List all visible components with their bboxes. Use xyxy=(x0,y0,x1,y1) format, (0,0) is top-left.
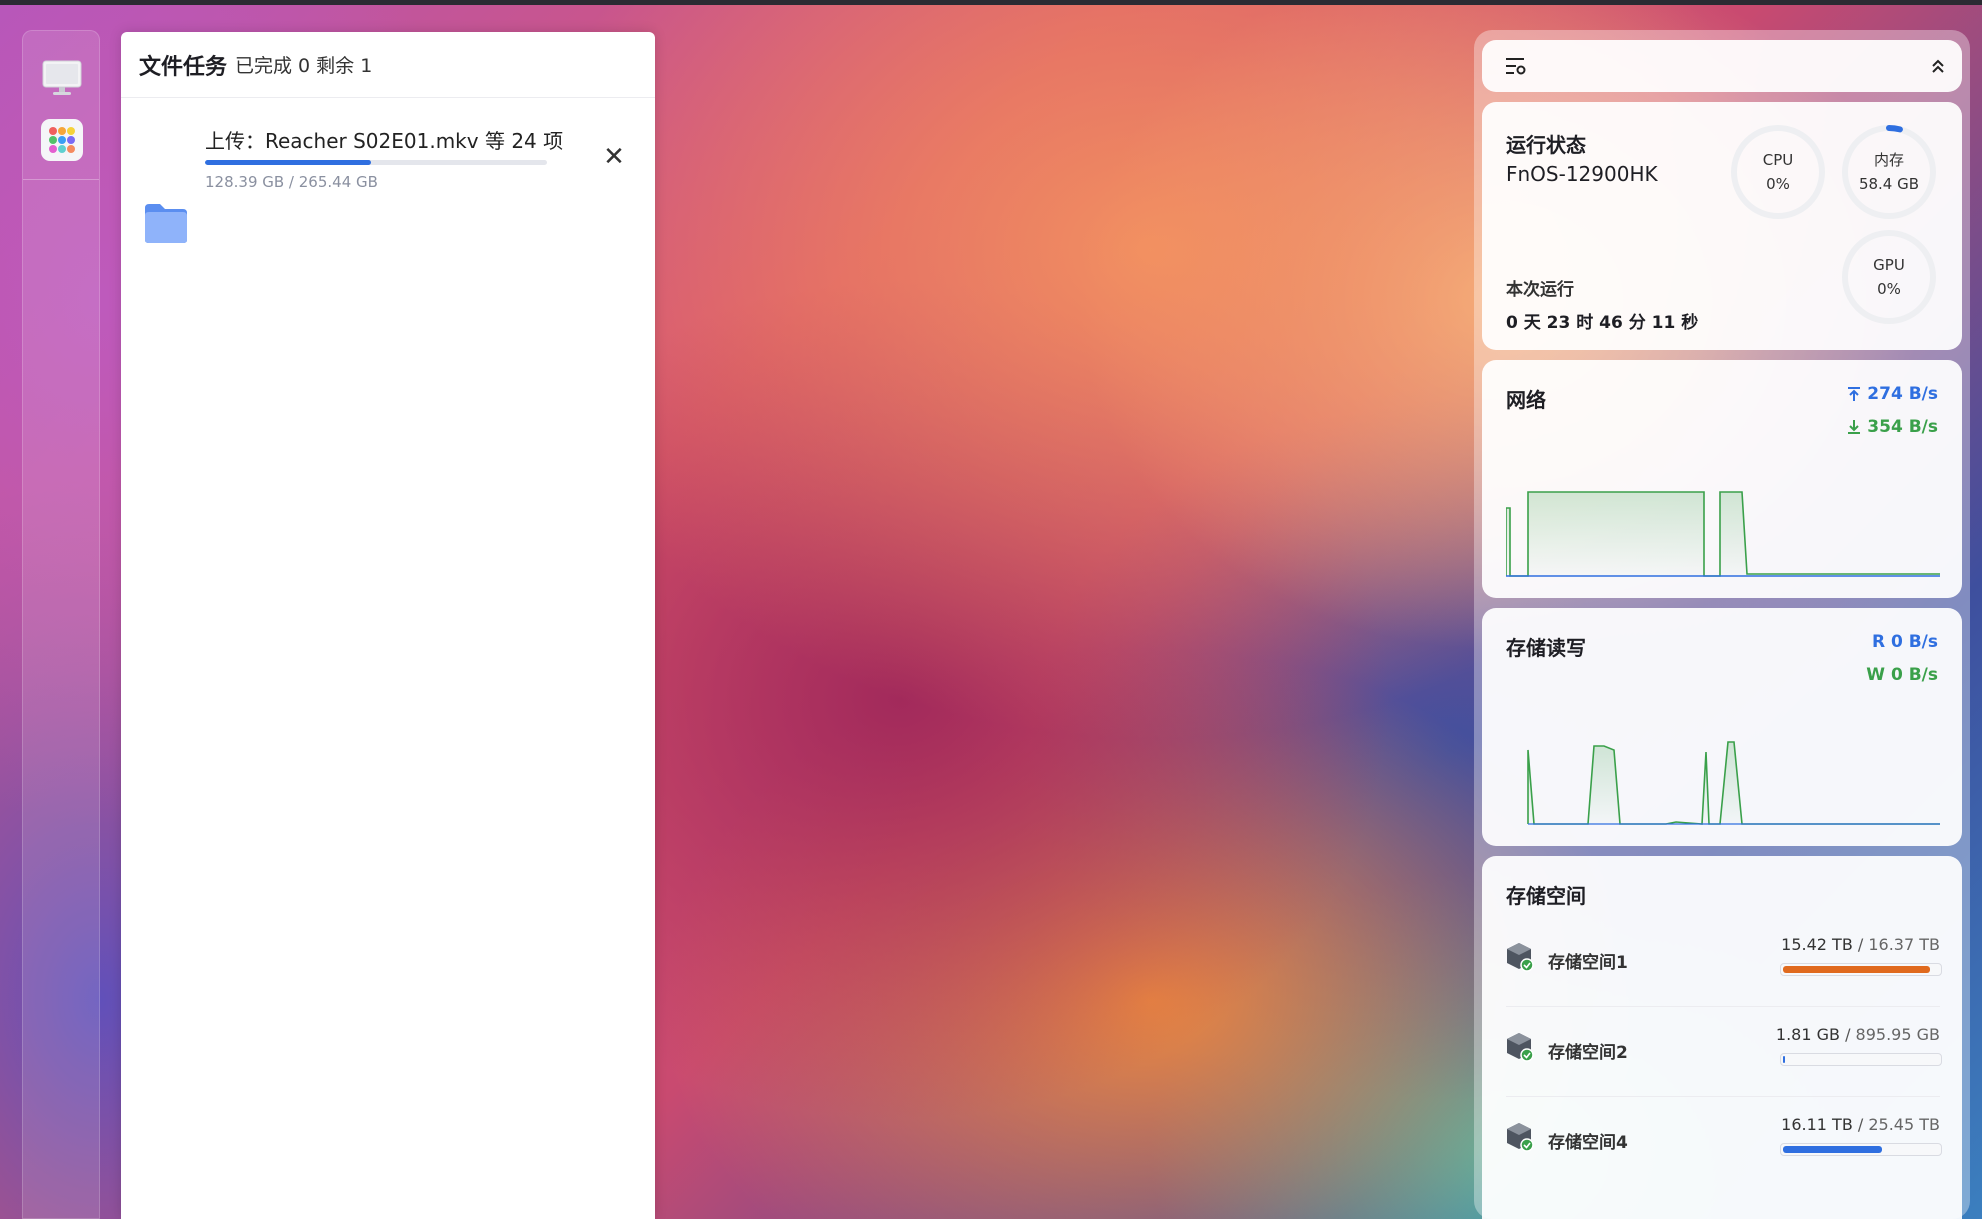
storage-space-total: 16.37 TB xyxy=(1868,935,1940,954)
storage-space-bar xyxy=(1780,1143,1942,1156)
widget-settings-button[interactable] xyxy=(1504,54,1528,78)
file-task-size: 128.39 GB / 265.44 GB xyxy=(205,173,378,191)
storage-io-title: 存储读写 xyxy=(1506,636,1586,660)
write-rate-value: W 0 B/s xyxy=(1866,665,1938,685)
status-title: 运行状态 xyxy=(1506,133,1586,157)
status-card: 运行状态 FnOS-12900HK 本次运行 0 天 23 时 46 分 11 … xyxy=(1482,102,1962,350)
storage-space-name: 存储空间2 xyxy=(1548,1043,1628,1063)
close-icon: ✕ xyxy=(603,142,625,172)
storage-space-total: 25.45 TB xyxy=(1868,1115,1940,1134)
file-task-title: 文件任务 xyxy=(139,54,228,80)
storage-io-card: 存储读写 R 0 B/s W 0 B/s xyxy=(1482,608,1962,846)
storage-volume-icon xyxy=(1507,1123,1534,1152)
window-top-bar xyxy=(0,0,1982,5)
file-task-progress-bar xyxy=(205,160,547,165)
file-task-panel: 文件任务 已完成 0 剩余 1 上传：Reacher S02E01.mkv 等 … xyxy=(121,32,655,1219)
storage-space-name: 存储空间4 xyxy=(1548,1133,1628,1153)
file-task-header: 文件任务 已完成 0 剩余 1 xyxy=(121,32,655,98)
gpu-gauge: GPU 0% xyxy=(1841,229,1937,325)
widget-toolbar xyxy=(1482,40,1962,92)
storage-space-total: 895.95 GB xyxy=(1855,1025,1940,1044)
storage-space-bar-fill xyxy=(1783,1056,1785,1063)
host-name: FnOS-12900HK xyxy=(1506,162,1658,186)
app-dock xyxy=(22,30,100,1219)
storage-space-used: 1.81 GB xyxy=(1775,1025,1840,1044)
write-area xyxy=(1528,742,1742,824)
settings-sliders-icon xyxy=(1506,58,1526,75)
storage-space-used: 15.42 TB xyxy=(1781,935,1853,954)
cpu-gauge: CPU 0% xyxy=(1730,124,1826,220)
download-rate-value: 354 B/s xyxy=(1867,417,1938,437)
network-card: 网络 274 B/s 354 B/s xyxy=(1482,360,1962,598)
storage-space-bar-fill xyxy=(1783,966,1930,973)
upload-arrow-icon xyxy=(1848,387,1861,401)
storage-volume-icon xyxy=(1507,1033,1534,1062)
file-task-name: 上传：Reacher S02E01.mkv 等 24 项 xyxy=(205,129,564,153)
memory-label: 内存 xyxy=(1873,151,1904,169)
download-arrow-icon xyxy=(1848,420,1861,434)
widget-panel: 运行状态 FnOS-12900HK 本次运行 0 天 23 时 46 分 11 … xyxy=(1474,30,1970,1219)
file-task-stats: 已完成 0 剩余 1 xyxy=(235,55,373,77)
read-rate-value: R 0 B/s xyxy=(1871,632,1938,652)
storage-volume-icon xyxy=(1507,943,1534,972)
storage-space-row-2[interactable]: 存储空间2 1.81 GB / 895.95 GB xyxy=(1482,1006,1962,1096)
storage-space-usage: 16.11 TB / 25.45 TB xyxy=(1781,1115,1940,1134)
storage-space-used: 16.11 TB xyxy=(1781,1115,1853,1134)
write-rate: W 0 B/s xyxy=(1866,665,1938,685)
read-rate: R 0 B/s xyxy=(1872,632,1938,652)
storage-space-bar xyxy=(1780,1053,1942,1066)
file-task-progress-fill xyxy=(205,160,371,165)
memory-value: 58.4 GB xyxy=(1858,175,1920,193)
storage-space-usage: 15.42 TB / 16.37 TB xyxy=(1781,935,1940,954)
widget-collapse-button[interactable] xyxy=(1926,54,1950,78)
chevron-double-up-icon xyxy=(1932,59,1944,73)
dock-item-app-center[interactable] xyxy=(41,119,83,161)
monitor-icon xyxy=(42,60,82,95)
folder-icon xyxy=(145,204,187,243)
storage-space-title: 存储空间 xyxy=(1506,884,1586,908)
download-area xyxy=(1506,492,1940,576)
network-sparkline xyxy=(1506,491,1940,577)
storage-space-bar xyxy=(1780,963,1942,976)
storage-space-row-1[interactable]: 存储空间1 15.42 TB / 16.37 TB xyxy=(1482,916,1962,1006)
upload-rate-value: 274 B/s xyxy=(1867,384,1938,404)
gpu-label: GPU xyxy=(1873,256,1905,274)
storage-space-row-3[interactable]: 存储空间4 16.11 TB / 25.45 TB xyxy=(1482,1096,1962,1186)
gpu-value: 0% xyxy=(1877,280,1901,298)
storage-space-usage: 1.81 GB / 895.95 GB xyxy=(1775,1025,1940,1044)
dock-item-desktop[interactable] xyxy=(41,57,83,99)
storage-io-sparkline xyxy=(1527,741,1940,825)
uptime-value: 0 天 23 时 46 分 11 秒 xyxy=(1506,313,1699,333)
dock-divider xyxy=(23,179,99,180)
close-task-button[interactable]: ✕ xyxy=(601,142,627,172)
memory-gauge: 内存 58.4 GB xyxy=(1841,124,1937,220)
download-rate: 354 B/s xyxy=(1847,417,1938,437)
storage-space-card: 存储空间 存储空间1 15.42 TB / 16.37 TB 存储空间2 1.8… xyxy=(1482,856,1962,1219)
cpu-label: CPU xyxy=(1762,151,1794,169)
network-title: 网络 xyxy=(1506,388,1546,412)
uptime-label: 本次运行 xyxy=(1506,280,1574,300)
upload-rate: 274 B/s xyxy=(1847,384,1938,404)
storage-space-name: 存储空间1 xyxy=(1548,953,1628,973)
storage-space-bar-fill xyxy=(1783,1146,1882,1153)
app-grid-icon xyxy=(49,127,75,153)
cpu-value: 0% xyxy=(1766,175,1790,193)
